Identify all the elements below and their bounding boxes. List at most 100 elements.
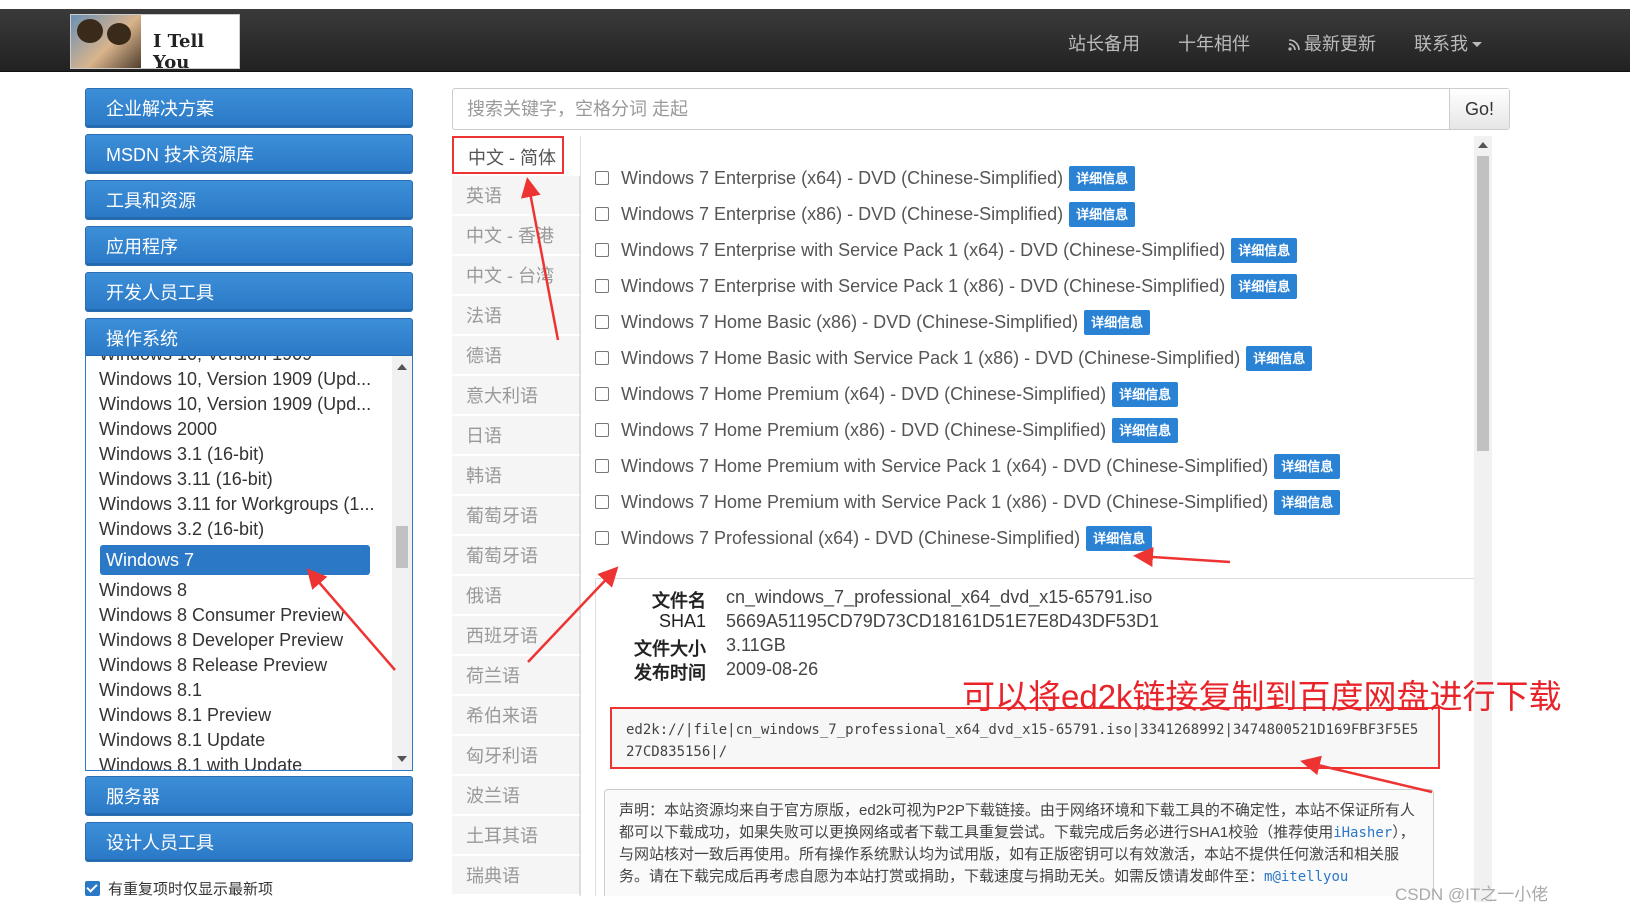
product-checkbox[interactable] [595,495,609,509]
product-row[interactable]: Windows 7 Home Premium (x64) - DVD (Chin… [595,379,1179,409]
product-row[interactable]: Windows 7 Home Premium with Service Pack… [595,487,1341,517]
sidebar-item-tools[interactable]: 工具和资源 [85,180,413,220]
product-checkbox[interactable] [595,279,609,293]
lang-tab[interactable]: 德语 [452,336,580,376]
email-link[interactable]: m@itellyou [1264,869,1348,885]
product-row[interactable]: Windows 7 Enterprise (x86) - DVD (Chines… [595,199,1136,229]
os-item[interactable]: Windows 3.2 (16-bit) [86,517,388,542]
os-item[interactable]: Windows 8 [86,578,388,603]
product-checkbox[interactable] [595,423,609,437]
lang-tab[interactable]: 英语 [452,176,580,216]
scroll-thumb[interactable] [396,526,408,568]
os-item[interactable]: Windows 8.1 with Update [86,753,388,770]
content-scrollbar[interactable] [1474,136,1492,902]
product-row[interactable]: Windows 7 Professional (x64) - DVD (Chin… [595,523,1153,553]
product-checkbox[interactable] [595,243,609,257]
details-button[interactable]: 详细信息 [1274,453,1341,479]
lang-tab[interactable]: 意大利语 [452,376,580,416]
product-name: Windows 7 Home Premium with Service Pack… [621,491,1269,512]
os-item[interactable]: Windows 3.11 for Workgroups (1... [86,492,388,517]
product-row[interactable]: Windows 7 Home Premium with Service Pack… [595,451,1341,481]
lang-tab[interactable]: 葡萄牙语 [452,496,580,536]
os-list-scrollbar[interactable] [392,356,412,770]
product-checkbox[interactable] [595,207,609,221]
os-item-selected[interactable]: Windows 7 [100,545,370,575]
details-button[interactable]: 详细信息 [1086,525,1153,551]
latest-only-checkbox[interactable] [85,881,100,896]
sidebar-item-apps[interactable]: 应用程序 [85,226,413,266]
size-label: 文件大小 [634,639,706,659]
lang-tab[interactable]: 韩语 [452,456,580,496]
os-item[interactable]: Windows 8.1 [86,678,388,703]
os-item[interactable]: Windows 10, Version 1909 [86,356,388,367]
lang-tab[interactable]: 俄语 [452,576,580,616]
os-item[interactable]: Windows 3.11 (16-bit) [86,467,388,492]
logo-text: I Tell You [153,31,205,69]
details-button[interactable]: 详细信息 [1231,237,1298,263]
os-item[interactable]: Windows 8.1 Preview [86,703,388,728]
ihasher-link[interactable]: iHasher [1333,825,1392,841]
os-item[interactable]: Windows 3.1 (16-bit) [86,442,388,467]
lang-tab[interactable]: 瑞典语 [452,856,580,896]
details-button[interactable]: 详细信息 [1112,381,1179,407]
search-input[interactable] [453,89,1448,129]
details-button[interactable]: 详细信息 [1069,165,1136,191]
product-name: Windows 7 Enterprise with Service Pack 1… [621,239,1226,260]
lang-tab[interactable]: 中文 - 香港 [452,216,580,256]
lang-tab[interactable]: 波兰语 [452,776,580,816]
nav-item-latest[interactable]: 最新更新 [1288,30,1376,56]
site-logo[interactable]: I Tell You [70,14,240,69]
lang-tab[interactable]: 日语 [452,416,580,456]
sidebar-item-os[interactable]: 操作系统 [85,318,413,358]
product-row[interactable]: Windows 7 Enterprise (x64) - DVD (Chines… [595,163,1136,193]
lang-tab[interactable]: 希伯来语 [452,696,580,736]
scroll-thumb[interactable] [1477,156,1489,451]
product-checkbox[interactable] [595,387,609,401]
lang-tab-active[interactable]: 中文 - 简体 [452,136,564,174]
details-button[interactable]: 详细信息 [1112,417,1179,443]
details-button[interactable]: 详细信息 [1246,345,1313,371]
os-item[interactable]: Windows 2000 [86,417,388,442]
lang-tab[interactable]: 中文 - 台湾 [452,256,580,296]
product-checkbox[interactable] [595,459,609,473]
sidebar-item-dev-tools[interactable]: 开发人员工具 [85,272,413,312]
lang-tab[interactable]: 荷兰语 [452,656,580,696]
nav-item-backup[interactable]: 站长备用 [1068,30,1140,56]
lang-tab[interactable]: 葡萄牙语 [452,536,580,576]
sidebar-item-enterprise[interactable]: 企业解决方案 [85,88,413,128]
sidebar-item-msdn[interactable]: MSDN 技术资源库 [85,134,413,174]
product-name: Windows 7 Home Basic with Service Pack 1… [621,347,1241,368]
product-row[interactable]: Windows 7 Home Basic (x86) - DVD (Chines… [595,307,1151,337]
os-item[interactable]: Windows 10, Version 1909 (Upd... [86,392,388,417]
sidebar-item-designer-tools[interactable]: 设计人员工具 [85,822,413,862]
details-button[interactable]: 详细信息 [1231,273,1298,299]
product-checkbox[interactable] [595,315,609,329]
product-checkbox[interactable] [595,351,609,365]
os-item[interactable]: Windows 8 Release Preview [86,653,388,678]
sidebar-item-servers[interactable]: 服务器 [85,776,413,816]
os-item[interactable]: Windows 10, Version 1909 (Upd... [86,367,388,392]
scroll-up-icon[interactable] [397,364,407,370]
scroll-up-icon[interactable] [1478,142,1488,148]
details-button[interactable]: 详细信息 [1084,309,1151,335]
nav-item-contact[interactable]: 联系我 [1414,30,1482,56]
os-item[interactable]: Windows 8 Consumer Preview [86,603,388,628]
lang-tab[interactable]: 法语 [452,296,580,336]
scroll-down-icon[interactable] [397,756,407,762]
lang-tab[interactable]: 匈牙利语 [452,736,580,776]
details-button[interactable]: 详细信息 [1069,201,1136,227]
product-row[interactable]: Windows 7 Enterprise with Service Pack 1… [595,271,1298,301]
lang-tab[interactable]: 土耳其语 [452,816,580,856]
product-checkbox[interactable] [595,171,609,185]
nav-item-ten-years[interactable]: 十年相伴 [1178,30,1250,56]
os-item[interactable]: Windows 8.1 Update [86,728,388,753]
details-button[interactable]: 详细信息 [1274,489,1341,515]
product-row[interactable]: Windows 7 Home Basic with Service Pack 1… [595,343,1313,373]
os-item[interactable]: Windows 8 Developer Preview [86,628,388,653]
go-button[interactable]: Go! [1449,89,1509,129]
product-row[interactable]: Windows 7 Home Premium (x86) - DVD (Chin… [595,415,1179,445]
lang-tab[interactable]: 西班牙语 [452,616,580,656]
latest-only-checkbox-row[interactable]: 有重复项时仅显示最新项 [85,878,273,899]
product-row[interactable]: Windows 7 Enterprise with Service Pack 1… [595,235,1298,265]
product-checkbox[interactable] [595,531,609,545]
